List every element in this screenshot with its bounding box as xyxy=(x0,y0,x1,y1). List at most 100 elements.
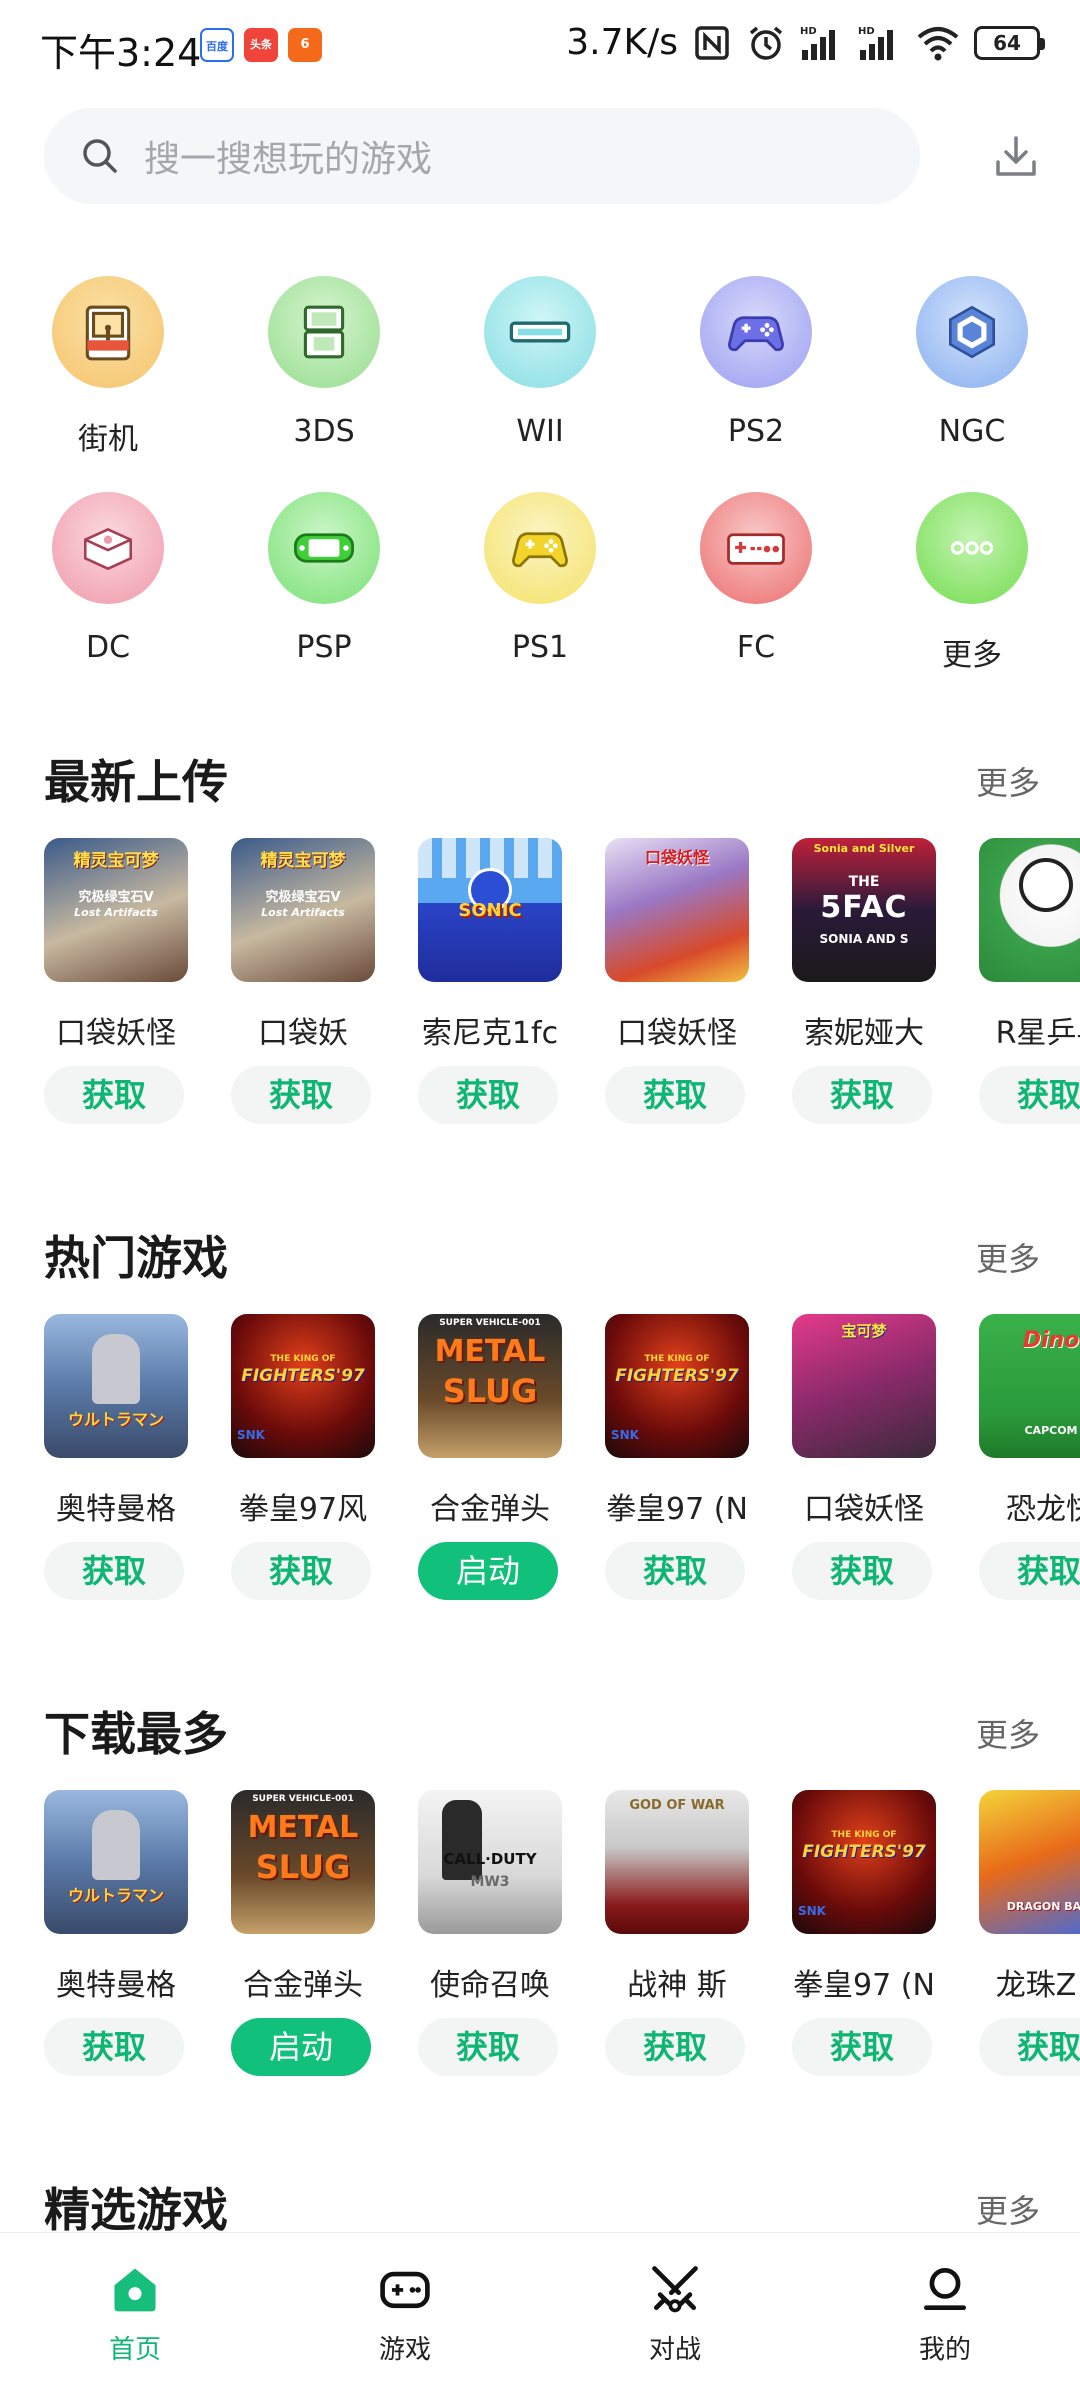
platform-label: DC xyxy=(85,630,131,665)
game-card[interactable]: THE KING OF FIGHTERS'97 SNK 拳皇97风 获取 xyxy=(231,1314,375,1600)
game-card[interactable]: SUPER VEHICLE-001 METAL SLUG 合金弹头 启动 xyxy=(231,1790,375,2076)
game-cover[interactable]: Sonia and Silver THE 5FAC SONIA AND S xyxy=(792,838,936,982)
game-cover[interactable] xyxy=(979,838,1080,982)
cover-title: SUPER VEHICLE-001 xyxy=(252,1794,354,1804)
get-button[interactable]: 获取 xyxy=(792,1066,932,1124)
game-cover[interactable]: 精灵宝可梦 究极绿宝石V Lost Artifacts xyxy=(231,838,375,982)
get-button[interactable]: 获取 xyxy=(979,1066,1080,1124)
game-cover[interactable]: GOD OF WAR xyxy=(605,1790,749,1934)
cover-title: SLUG xyxy=(442,1372,538,1410)
game-cover[interactable]: THE KING OF FIGHTERS'97 SNK xyxy=(792,1790,936,1934)
game-card[interactable]: THE KING OF FIGHTERS'97 SNK 拳皇97 (N 获取 xyxy=(605,1314,749,1600)
game-cover[interactable]: Dino CAPCOM xyxy=(979,1314,1080,1458)
baidu-notification-icon: 百度 xyxy=(200,28,234,62)
get-button[interactable]: 获取 xyxy=(418,1066,558,1124)
game-carousel[interactable]: ウルトラマン 奥特曼格 获取 SUPER VEHICLE-001 METAL S… xyxy=(44,1790,1080,2090)
game-card[interactable]: THE KING OF FIGHTERS'97 SNK 拳皇97 (N 获取 xyxy=(792,1790,936,2076)
game-name: 口袋妖怪 xyxy=(56,1016,176,1051)
platform-wii[interactable]: WII xyxy=(432,276,648,492)
platform-3ds[interactable]: 3DS xyxy=(216,276,432,492)
section-header: 最新上传 更多 xyxy=(44,746,1040,809)
section-more-link[interactable]: 更多 xyxy=(976,758,1040,804)
get-button[interactable]: 获取 xyxy=(605,1066,745,1124)
game-cover[interactable]: SONIC xyxy=(418,838,562,982)
game-card[interactable]: SUPER VEHICLE-001 METAL SLUG 合金弹头 启动 xyxy=(418,1314,562,1600)
game-cover[interactable]: 精灵宝可梦 究极绿宝石V Lost Artifacts xyxy=(44,838,188,982)
game-cover[interactable]: THE KING OF FIGHTERS'97 SNK xyxy=(605,1314,749,1458)
game-name: 索尼克1fc xyxy=(421,1016,559,1051)
platform-label: 3DS xyxy=(293,414,355,449)
get-button[interactable]: 获取 xyxy=(979,1542,1080,1600)
launch-button[interactable]: 启动 xyxy=(418,1542,558,1600)
search-bar[interactable]: 搜一搜想玩的游戏 xyxy=(44,108,920,204)
section-more-link[interactable]: 更多 xyxy=(976,2186,1040,2232)
game-card[interactable]: 口袋妖怪 口袋妖怪 获取 xyxy=(605,838,749,1124)
platform-label: PSP xyxy=(296,630,352,665)
get-button[interactable]: 获取 xyxy=(979,2018,1080,2076)
platform-arcade[interactable]: 街机 xyxy=(0,276,216,492)
tab-battle[interactable]: 对战 xyxy=(575,2259,775,2366)
cover-subtitle: SNK xyxy=(237,1428,265,1442)
svg-text:HD: HD xyxy=(800,26,817,37)
game-cover[interactable]: SUPER VEHICLE-001 METAL SLUG xyxy=(418,1314,562,1458)
get-button[interactable]: 获取 xyxy=(44,1542,184,1600)
cover-title: DRAGON BALL xyxy=(1006,1900,1080,1913)
section-more-link[interactable]: 更多 xyxy=(976,1710,1040,1756)
launch-button[interactable]: 启动 xyxy=(231,2018,371,2076)
status-bar: 下午3:24 百度 头条 6 3.7K/s HD HD 64 xyxy=(0,0,1080,96)
game-card[interactable]: R星乒乓 获取 xyxy=(979,838,1080,1124)
game-card[interactable]: CALL·DUTY MW3 使命召唤 获取 xyxy=(418,1790,562,2076)
app-screen: 下午3:24 百度 头条 6 3.7K/s HD HD 64 搜一搜想玩的游戏 … xyxy=(0,0,1080,2400)
get-button[interactable]: 获取 xyxy=(44,1066,184,1124)
game-cover[interactable]: THE KING OF FIGHTERS'97 SNK xyxy=(231,1314,375,1458)
get-button[interactable]: 获取 xyxy=(231,1066,371,1124)
game-cover[interactable]: SUPER VEHICLE-001 METAL SLUG xyxy=(231,1790,375,1934)
profile-icon xyxy=(915,2259,975,2319)
get-button[interactable]: 获取 xyxy=(792,1542,932,1600)
platform-dc[interactable]: DC xyxy=(0,492,216,708)
get-button[interactable]: 获取 xyxy=(44,2018,184,2076)
cover-title: Dino xyxy=(1022,1328,1080,1353)
game-card[interactable]: SONIC 索尼克1fc 获取 xyxy=(418,838,562,1124)
wifi-icon xyxy=(917,26,959,60)
game-carousel[interactable]: 精灵宝可梦 究极绿宝石V Lost Artifacts 口袋妖怪 获取 精灵宝可… xyxy=(44,838,1080,1138)
game-name: 合金弹头 xyxy=(243,1968,363,2003)
platform-ngc[interactable]: NGC xyxy=(864,276,1080,492)
platform-more[interactable]: 更多 xyxy=(864,492,1080,708)
tab-profile[interactable]: 我的 xyxy=(845,2259,1045,2366)
section-featured-games: 精选游戏 更多 xyxy=(0,2174,1080,2237)
dreamcast-icon xyxy=(52,492,164,604)
game-name: 奥特曼格 xyxy=(56,1968,176,2003)
game-card[interactable]: 宝可梦 口袋妖怪 获取 xyxy=(792,1314,936,1600)
platform-ps2[interactable]: PS2 xyxy=(648,276,864,492)
game-cover[interactable]: DRAGON BALL xyxy=(979,1790,1080,1934)
download-button[interactable] xyxy=(976,120,1056,192)
get-button[interactable]: 获取 xyxy=(231,1542,371,1600)
game-card[interactable]: ウルトラマン 奥特曼格 获取 xyxy=(44,1314,188,1600)
platform-psp[interactable]: PSP xyxy=(216,492,432,708)
cover-title: THE KING OF xyxy=(644,1354,710,1364)
get-button[interactable]: 获取 xyxy=(792,2018,932,2076)
game-card[interactable]: Sonia and Silver THE 5FAC SONIA AND S 索妮… xyxy=(792,838,936,1124)
game-card[interactable]: 精灵宝可梦 究极绿宝石V Lost Artifacts 口袋妖 获取 xyxy=(231,838,375,1124)
get-button[interactable]: 获取 xyxy=(605,1542,745,1600)
game-card[interactable]: GOD OF WAR 战神 斯 获取 xyxy=(605,1790,749,2076)
game-card[interactable]: DRAGON BALL 龙珠Z电 获取 xyxy=(979,1790,1080,2076)
tab-games[interactable]: 游戏 xyxy=(305,2259,505,2366)
game-cover[interactable]: 宝可梦 xyxy=(792,1314,936,1458)
game-cover[interactable]: 口袋妖怪 xyxy=(605,838,749,982)
platform-ps1[interactable]: PS1 xyxy=(432,492,648,708)
game-cover[interactable]: ウルトラマン xyxy=(44,1314,188,1458)
section-more-link[interactable]: 更多 xyxy=(976,1234,1040,1280)
game-card[interactable]: 精灵宝可梦 究极绿宝石V Lost Artifacts 口袋妖怪 获取 xyxy=(44,838,188,1124)
get-button[interactable]: 获取 xyxy=(605,2018,745,2076)
tab-home[interactable]: 首页 xyxy=(35,2259,235,2366)
get-button[interactable]: 获取 xyxy=(418,2018,558,2076)
platform-fc[interactable]: FC xyxy=(648,492,864,708)
game-cover[interactable]: CALL·DUTY MW3 xyxy=(418,1790,562,1934)
platform-label: 更多 xyxy=(942,638,1002,673)
game-cover[interactable]: ウルトラマン xyxy=(44,1790,188,1934)
game-card[interactable]: ウルトラマン 奥特曼格 获取 xyxy=(44,1790,188,2076)
game-carousel[interactable]: ウルトラマン 奥特曼格 获取 THE KING OF FIGHTERS'97 S… xyxy=(44,1314,1080,1614)
game-card[interactable]: Dino CAPCOM 恐龙快 获取 xyxy=(979,1314,1080,1600)
